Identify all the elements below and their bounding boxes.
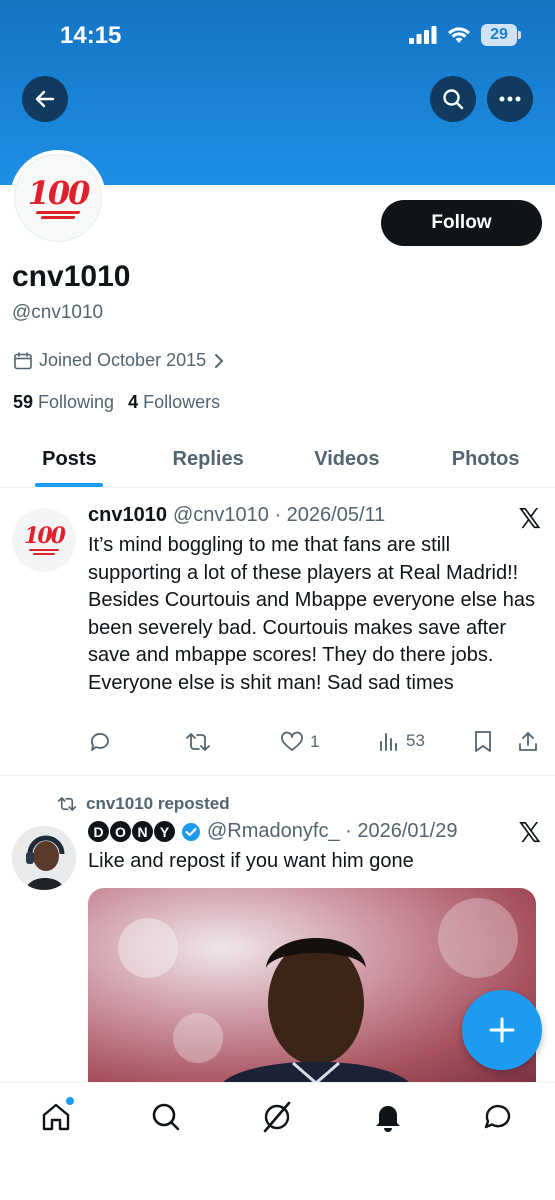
back-button[interactable] <box>22 76 68 122</box>
status-time: 14:15 <box>60 22 122 49</box>
heart-icon <box>281 731 303 751</box>
post-avatar[interactable]: 100 <box>12 508 76 572</box>
repost-label: cnv1010 reposted <box>86 794 230 813</box>
notifications-icon <box>376 1106 400 1132</box>
following-count: 59 <box>13 392 34 412</box>
share-button[interactable] <box>516 730 540 754</box>
chevron-right-icon <box>215 353 224 368</box>
bookmark-icon <box>475 731 491 752</box>
repost-button[interactable] <box>185 730 211 754</box>
follow-stats: 59 Following 4 Followers <box>13 392 220 413</box>
post-media-image[interactable] <box>88 888 536 1088</box>
post-meta: @Rmadonyfc_ · 2026/01/29 <box>207 820 458 842</box>
compose-button[interactable] <box>462 990 542 1070</box>
joined-date[interactable]: Joined October 2015 <box>13 350 226 371</box>
views-count: 53 <box>406 731 425 750</box>
more-horizontal-icon <box>499 96 521 102</box>
tab-posts[interactable]: Posts <box>0 432 139 487</box>
nav-grok[interactable] <box>257 1097 297 1137</box>
post-avatar[interactable] <box>12 826 76 890</box>
repost-icon <box>57 797 77 811</box>
messages-icon <box>484 1104 511 1129</box>
following-label: Following <box>38 392 115 412</box>
more-button[interactable] <box>487 76 533 122</box>
bottom-navigation <box>0 1082 555 1200</box>
post-item[interactable]: 100 cnv1010 @cnv1010 · 2026/05/11 𝕏 It’s… <box>0 490 555 776</box>
post-author-name[interactable]: cnv1010 <box>88 504 167 527</box>
post-avatar-emoji-text: 100 <box>24 523 66 549</box>
post-meta: @cnv1010 · 2026/05/11 <box>172 504 386 526</box>
nav-home[interactable] <box>36 1097 76 1137</box>
avatar-emoji-text: 100 <box>27 174 91 212</box>
person-avatar-image <box>12 826 76 890</box>
verified-badge-icon <box>182 822 200 841</box>
reply-button[interactable] <box>88 730 112 754</box>
author-letter: N <box>132 821 153 842</box>
post-text: It’s mind boggling to me that fans are s… <box>88 534 535 694</box>
views-icon <box>380 733 397 751</box>
battery-indicator: 29 <box>481 24 521 46</box>
plus-icon <box>489 1017 515 1043</box>
nav-search[interactable] <box>146 1097 186 1137</box>
following-link[interactable]: 59 Following <box>13 392 114 413</box>
post-actions: 1 53 <box>88 730 546 760</box>
grok-icon <box>263 1101 291 1133</box>
nav-notifications[interactable] <box>368 1097 408 1137</box>
wifi-icon <box>448 27 470 43</box>
search-button[interactable] <box>430 76 476 122</box>
tab-replies[interactable]: Replies <box>139 432 278 487</box>
hundred-points-icon: 100 <box>27 174 91 219</box>
profile-handle: @cnv1010 <box>12 302 104 323</box>
like-count: 1 <box>310 732 320 751</box>
reply-icon <box>91 733 109 751</box>
followers-count: 4 <box>128 392 139 412</box>
profile-tabs: Posts Replies Videos Photos <box>0 432 555 488</box>
tab-videos[interactable]: Videos <box>278 432 417 487</box>
search-icon <box>152 1103 180 1131</box>
post-header: cnv1010 @cnv1010 · 2026/05/11 <box>88 504 385 527</box>
notification-dot <box>66 1097 74 1105</box>
status-icons: 29 <box>409 24 521 46</box>
post-author-name[interactable]: D O N Y <box>88 821 175 842</box>
x-logo-icon: 𝕏 <box>518 816 541 849</box>
repost-icon <box>186 733 210 751</box>
profile-avatar[interactable]: 100 <box>10 150 106 246</box>
hundred-points-icon: 100 <box>24 523 66 555</box>
joined-text: Joined October 2015 <box>39 350 207 370</box>
tab-photos[interactable]: Photos <box>416 432 555 487</box>
calendar-icon <box>14 351 32 369</box>
post-text: Like and repost if you want him gone <box>88 850 414 872</box>
views-button[interactable]: 53 <box>378 730 425 752</box>
author-letter: Y <box>154 821 175 842</box>
bookmark-button[interactable] <box>472 730 494 754</box>
followers-link[interactable]: 4 Followers <box>128 392 220 413</box>
search-icon <box>443 89 464 110</box>
follow-button[interactable]: Follow <box>381 200 542 246</box>
nav-messages[interactable] <box>478 1097 518 1137</box>
player-photo <box>118 898 518 1088</box>
author-letter: D <box>88 821 109 842</box>
home-icon <box>42 1103 70 1131</box>
post-header: D O N Y @Rmadonyfc_ · 2026/01/29 <box>88 820 457 843</box>
share-icon <box>519 732 537 751</box>
signal-icon <box>409 26 437 44</box>
x-logo-icon: 𝕏 <box>518 502 541 535</box>
author-letter: O <box>110 821 131 842</box>
followers-label: Followers <box>143 392 221 412</box>
display-name: cnv1010 <box>12 260 131 293</box>
arrow-left-icon <box>35 90 55 108</box>
repost-indicator: cnv1010 reposted <box>56 794 230 814</box>
like-button[interactable]: 1 <box>280 730 319 754</box>
